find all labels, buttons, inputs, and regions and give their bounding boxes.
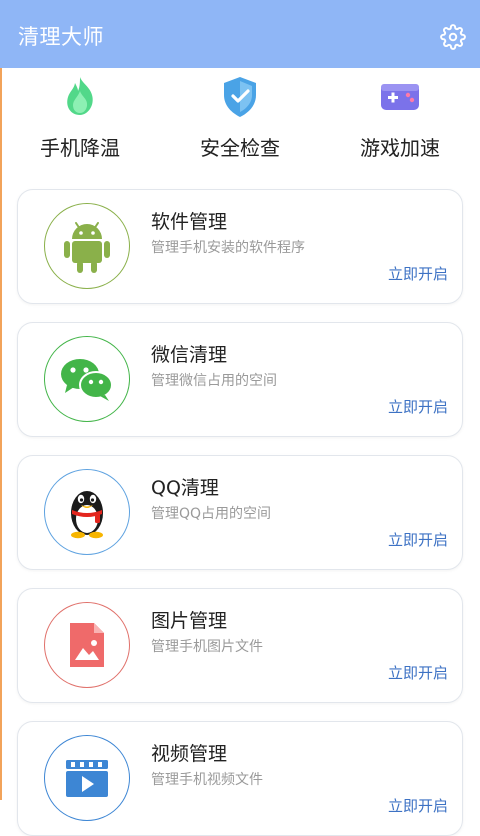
gamepad-icon (375, 72, 425, 122)
quick-action-label: 手机降温 (40, 136, 120, 160)
card-description: 管理微信占用的空间 (151, 373, 277, 389)
quick-action-game-boost[interactable]: 游戏加速 (320, 68, 480, 180)
quick-actions-row: 手机降温 安全检查 游戏加速 (0, 68, 480, 180)
card-description: 管理手机图片文件 (151, 639, 263, 655)
card-action-link[interactable]: 立即开启 (388, 396, 448, 417)
card-qq-cleanup[interactable]: QQ清理 管理QQ占用的空间 立即开启 (17, 455, 463, 570)
image-file-icon (44, 602, 130, 688)
card-description: 管理QQ占用的空间 (151, 506, 272, 522)
card-software-management[interactable]: 软件管理 管理手机安装的软件程序 立即开启 (17, 189, 463, 304)
wechat-icon (44, 336, 130, 422)
quick-action-label: 安全检查 (200, 136, 280, 160)
card-action-link[interactable]: 立即开启 (388, 263, 448, 284)
card-description: 管理手机视频文件 (151, 772, 263, 788)
card-wechat-cleanup[interactable]: 微信清理 管理微信占用的空间 立即开启 (17, 322, 463, 437)
card-description: 管理手机安装的软件程序 (151, 240, 305, 256)
shield-icon (215, 72, 265, 122)
video-icon (44, 735, 130, 821)
card-title: QQ清理 (151, 477, 219, 499)
card-action-link[interactable]: 立即开启 (388, 529, 448, 550)
card-video-management[interactable]: 视频管理 管理手机视频文件 立即开启 (17, 721, 463, 836)
app-header: 清理大师 (0, 0, 480, 68)
gear-icon (440, 24, 466, 50)
card-title: 微信清理 (151, 344, 228, 366)
quick-action-label: 游戏加速 (360, 136, 440, 160)
qq-penguin-icon (44, 469, 130, 555)
card-title: 图片管理 (151, 610, 228, 632)
card-title: 软件管理 (151, 211, 228, 233)
card-action-link[interactable]: 立即开启 (388, 662, 448, 683)
settings-button[interactable] (438, 22, 468, 52)
android-icon (44, 203, 130, 289)
flame-icon (55, 72, 105, 122)
card-action-link[interactable]: 立即开启 (388, 795, 448, 816)
card-image-management[interactable]: 图片管理 管理手机图片文件 立即开启 (17, 588, 463, 703)
card-title: 视频管理 (151, 743, 228, 765)
quick-action-security-check[interactable]: 安全检查 (160, 68, 320, 180)
app-title: 清理大师 (18, 25, 104, 49)
quick-action-cool-down[interactable]: 手机降温 (0, 68, 160, 180)
